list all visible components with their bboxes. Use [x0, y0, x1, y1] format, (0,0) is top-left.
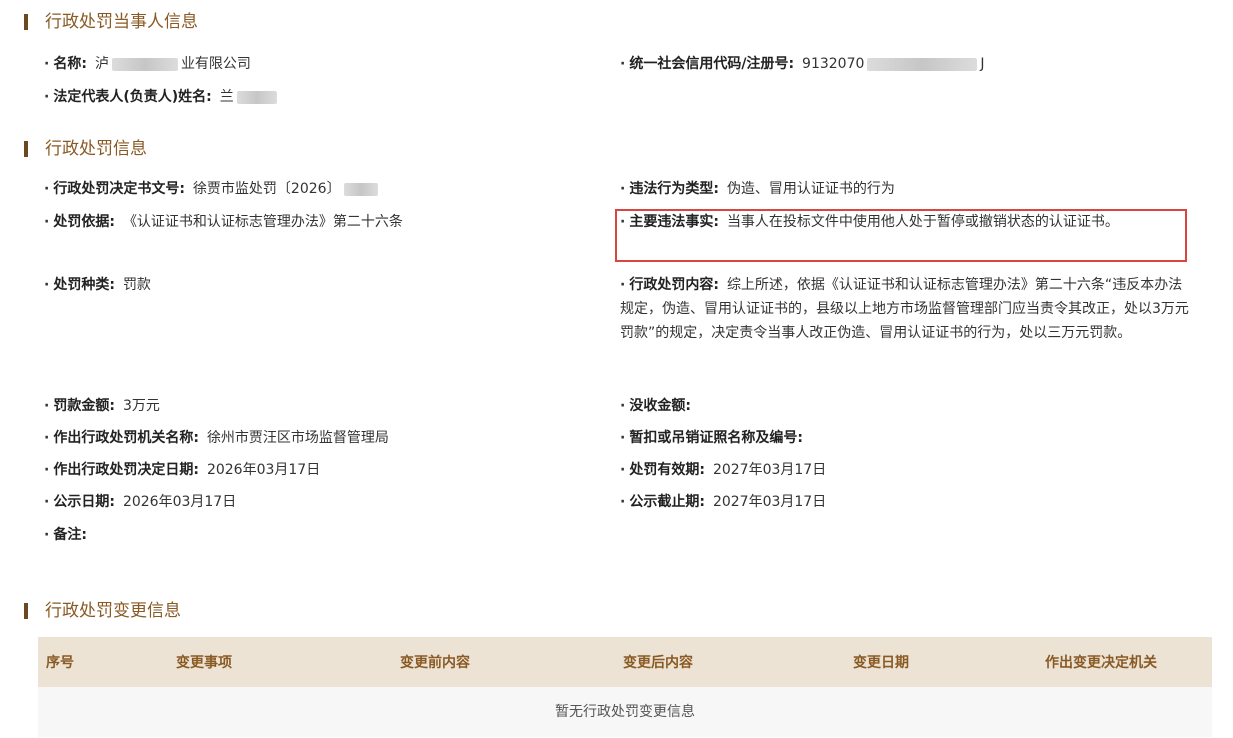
name-prefix: 泸	[94, 56, 109, 72]
highlight-box	[615, 209, 1187, 262]
field-penalty-kind: · 处罚种类: 罚款	[44, 277, 151, 293]
field-validity: · 处罚有效期: 2027年03月17日	[620, 462, 827, 478]
field-basis: · 处罚依据: 《认证证书和认证标志管理办法》第二十六条	[44, 214, 403, 230]
field-confiscate-amount: · 没收金额:	[620, 398, 691, 414]
field-publish-date: · 公示日期: 2026年03月17日	[44, 494, 237, 510]
field-credit-code: · 统一社会信用代码/注册号: 9132070 J	[620, 56, 985, 72]
field-fine-amount: · 罚款金额: 3万元	[44, 398, 160, 414]
table-empty-row: 暂无行政处罚变更信息	[38, 687, 1212, 737]
section-bar	[24, 141, 28, 157]
column-header-index: 序号	[46, 655, 74, 671]
column-header-item: 变更事项	[176, 655, 232, 671]
field-license: · 暂扣或吊销证照名称及编号:	[620, 430, 803, 446]
field-remark: · 备注:	[44, 527, 87, 543]
redaction-mask	[236, 90, 277, 104]
field-decision-date: · 作出行政处罚决定日期: 2026年03月17日	[44, 462, 321, 478]
redaction-mask	[867, 57, 978, 71]
name-suffix: 业有限公司	[180, 56, 251, 72]
table-header: 序号 变更事项 变更前内容 变更后内容 变更日期 作出变更决定机关	[38, 637, 1212, 687]
column-header-authority: 作出变更决定机关	[1045, 655, 1157, 671]
field-authority: · 作出行政处罚机关名称: 徐州市贾汪区市场监督管理局	[44, 430, 389, 446]
field-name: · 名称: 泸业有限公司	[44, 56, 251, 72]
column-header-date: 变更日期	[853, 655, 909, 671]
section-bar	[24, 14, 28, 30]
field-legal-rep: · 法定代表人(负责人)姓名: 兰	[44, 85, 280, 109]
section-bar	[24, 603, 28, 619]
column-header-after: 变更后内容	[623, 655, 693, 671]
field-violation-type: · 违法行为类型: 伪造、冒用认证证书的行为	[620, 181, 895, 197]
field-penalty-content: · 行政处罚内容: 综上所述，依据《认证证书和认证标志管理办法》第二十六条“违反本办…	[620, 277, 1189, 341]
field-publish-end: · 公示截止期: 2027年03月17日	[620, 494, 827, 510]
changes-table: 序号 变更事项 变更前内容 变更后内容 变更日期 作出变更决定机关 暂无行政处罚…	[38, 637, 1212, 737]
field-doc-no: · 行政处罚决定书文号: 徐贾市监处罚〔2026〕	[44, 177, 381, 201]
redaction-mask	[111, 57, 178, 71]
redaction-mask	[343, 182, 378, 196]
column-header-before: 变更前内容	[400, 655, 470, 671]
